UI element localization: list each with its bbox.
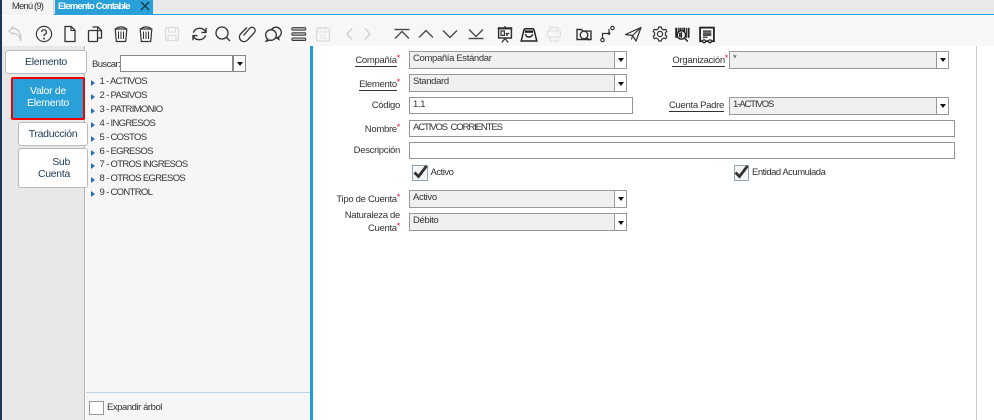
svg-text:31: 31 — [319, 34, 327, 41]
